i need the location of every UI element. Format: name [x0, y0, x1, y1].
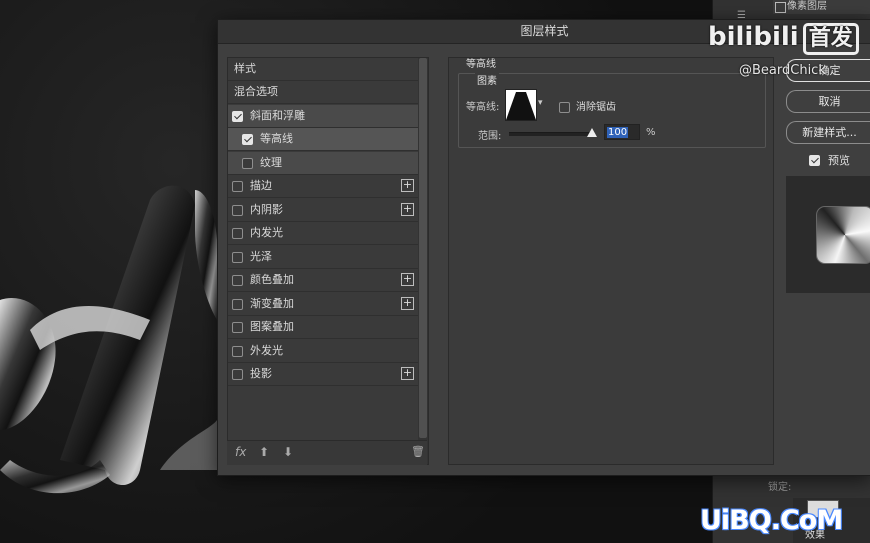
style-checkbox[interactable]: [232, 298, 243, 310]
style-item-label: 光泽: [250, 249, 272, 263]
style-item-satin[interactable]: 光泽: [228, 246, 418, 269]
add-effect-plus-icon[interactable]: +: [401, 202, 414, 216]
style-item-label: 外发光: [250, 343, 283, 357]
style-item-inner-shadow[interactable]: 内阴影 +: [228, 199, 418, 222]
lock-label: 锁定:: [768, 482, 792, 493]
group-title: 图素: [475, 72, 499, 87]
range-slider[interactable]: [509, 132, 593, 136]
bilibili-logo-text: bilibili: [708, 22, 799, 52]
style-item-drop-shadow[interactable]: 投影 +: [228, 363, 418, 386]
layer-style-dialog: 图层样式 样式 混合选项 斜面和浮雕 等高线 纹理 描边 + 内阴影 + 内发光 光泽 颜色叠加 + 渐…: [217, 19, 870, 476]
uploader-watermark: @BeardChick: [739, 63, 826, 78]
contour-label: 等高线:: [466, 102, 500, 113]
elements-group: 图素 等高线: ▾ 消除锯齿 范围: 100 %: [458, 72, 766, 148]
style-list-header[interactable]: 样式: [228, 58, 418, 81]
add-effect-plus-icon[interactable]: +: [401, 296, 414, 310]
style-checkbox[interactable]: [232, 228, 243, 239]
contour-settings-panel: 等高线 图素 等高线: ▾ 消除锯齿 范围: 100 %: [448, 57, 774, 465]
section-title: 等高线: [466, 59, 496, 70]
range-label: 范围:: [478, 131, 502, 142]
style-list-scrollbar[interactable]: [418, 58, 428, 464]
layer-row[interactable]: 像素图层: [773, 0, 870, 14]
style-checkbox[interactable]: [232, 204, 243, 216]
style-item-label: 混合选项: [234, 85, 278, 98]
move-up-icon[interactable]: ⬆: [259, 445, 269, 459]
styles-header-label: 样式: [234, 62, 256, 75]
style-item-bevel-emboss[interactable]: 斜面和浮雕: [228, 104, 418, 128]
cancel-button[interactable]: 取消: [786, 90, 870, 113]
contour-picker[interactable]: [505, 89, 537, 121]
range-input[interactable]: 100: [604, 124, 640, 140]
style-item-label: 内发光: [250, 226, 283, 239]
style-item-label: 投影: [250, 367, 272, 380]
style-item-label: 颜色叠加: [250, 273, 294, 286]
style-item-label: 等高线: [260, 132, 293, 145]
anti-alias-label: 消除锯齿: [576, 102, 616, 113]
style-checkbox[interactable]: [232, 251, 243, 263]
add-effect-plus-icon[interactable]: +: [401, 273, 414, 286]
style-item-label: 图案叠加: [250, 320, 294, 333]
style-item-blending-options[interactable]: 混合选项: [228, 81, 418, 104]
style-item-outer-glow[interactable]: 外发光: [228, 340, 418, 363]
range-value: 100: [607, 127, 629, 138]
style-checkbox[interactable]: [232, 275, 243, 286]
style-item-label: 描边: [250, 179, 272, 192]
preview-label: 预览: [828, 154, 850, 167]
chevron-down-icon[interactable]: ▾: [538, 98, 543, 108]
style-item-label: 内阴影: [250, 202, 283, 216]
style-item-contour[interactable]: 等高线: [228, 128, 418, 151]
range-unit: %: [646, 127, 656, 138]
style-list: 样式 混合选项斜面和浮雕等高线纹理描边 + 内阴影 + 内发光光泽颜色叠加 + 渐变叠加 + 图…: [227, 57, 429, 465]
style-item-label: 斜面和浮雕: [250, 108, 305, 122]
style-item-inner-glow[interactable]: 内发光: [228, 222, 418, 245]
lock-row: 锁定:: [768, 478, 870, 493]
range-slider-handle[interactable]: [587, 128, 597, 137]
layer-name: 像素图层: [787, 1, 827, 12]
new-style-button[interactable]: 新建样式...: [786, 121, 870, 144]
preview-area: [786, 176, 870, 293]
site-watermark: UiBQ.CoM: [700, 505, 843, 536]
fx-icon[interactable]: fx: [235, 445, 246, 459]
style-item-gradient-overlay[interactable]: 渐变叠加 +: [228, 293, 418, 316]
anti-alias-checkbox[interactable]: [559, 102, 570, 113]
style-item-label: 纹理: [260, 155, 282, 169]
trash-icon[interactable]: 🗑: [411, 445, 425, 458]
style-checkbox[interactable]: [232, 110, 243, 122]
style-checkbox[interactable]: [242, 134, 253, 145]
style-item-pattern-overlay[interactable]: 图案叠加: [228, 316, 418, 339]
style-checkbox[interactable]: [232, 181, 243, 192]
bilibili-watermark: bilibili 首发: [708, 22, 859, 55]
contour-curve-icon: [506, 90, 536, 120]
style-item-label: 渐变叠加: [250, 296, 294, 310]
move-down-icon[interactable]: ⬇: [283, 445, 293, 459]
style-item-stroke[interactable]: 描边 +: [228, 175, 418, 198]
style-checkbox[interactable]: [232, 369, 243, 380]
style-checkbox[interactable]: [242, 157, 253, 169]
style-checkbox[interactable]: [232, 345, 243, 357]
preview-checkbox[interactable]: [809, 155, 820, 166]
style-item-texture[interactable]: 纹理: [228, 151, 418, 175]
style-item-color-overlay[interactable]: 颜色叠加 +: [228, 269, 418, 292]
preview-swatch: [816, 206, 870, 264]
style-checkbox[interactable]: [232, 322, 243, 333]
style-list-footer: fx ⬆ ⬇ 🗑: [227, 440, 427, 465]
add-effect-plus-icon[interactable]: +: [401, 367, 414, 380]
layer-thumbnail: [775, 2, 786, 13]
bilibili-badge: 首发: [802, 23, 859, 55]
add-effect-plus-icon[interactable]: +: [401, 179, 414, 192]
